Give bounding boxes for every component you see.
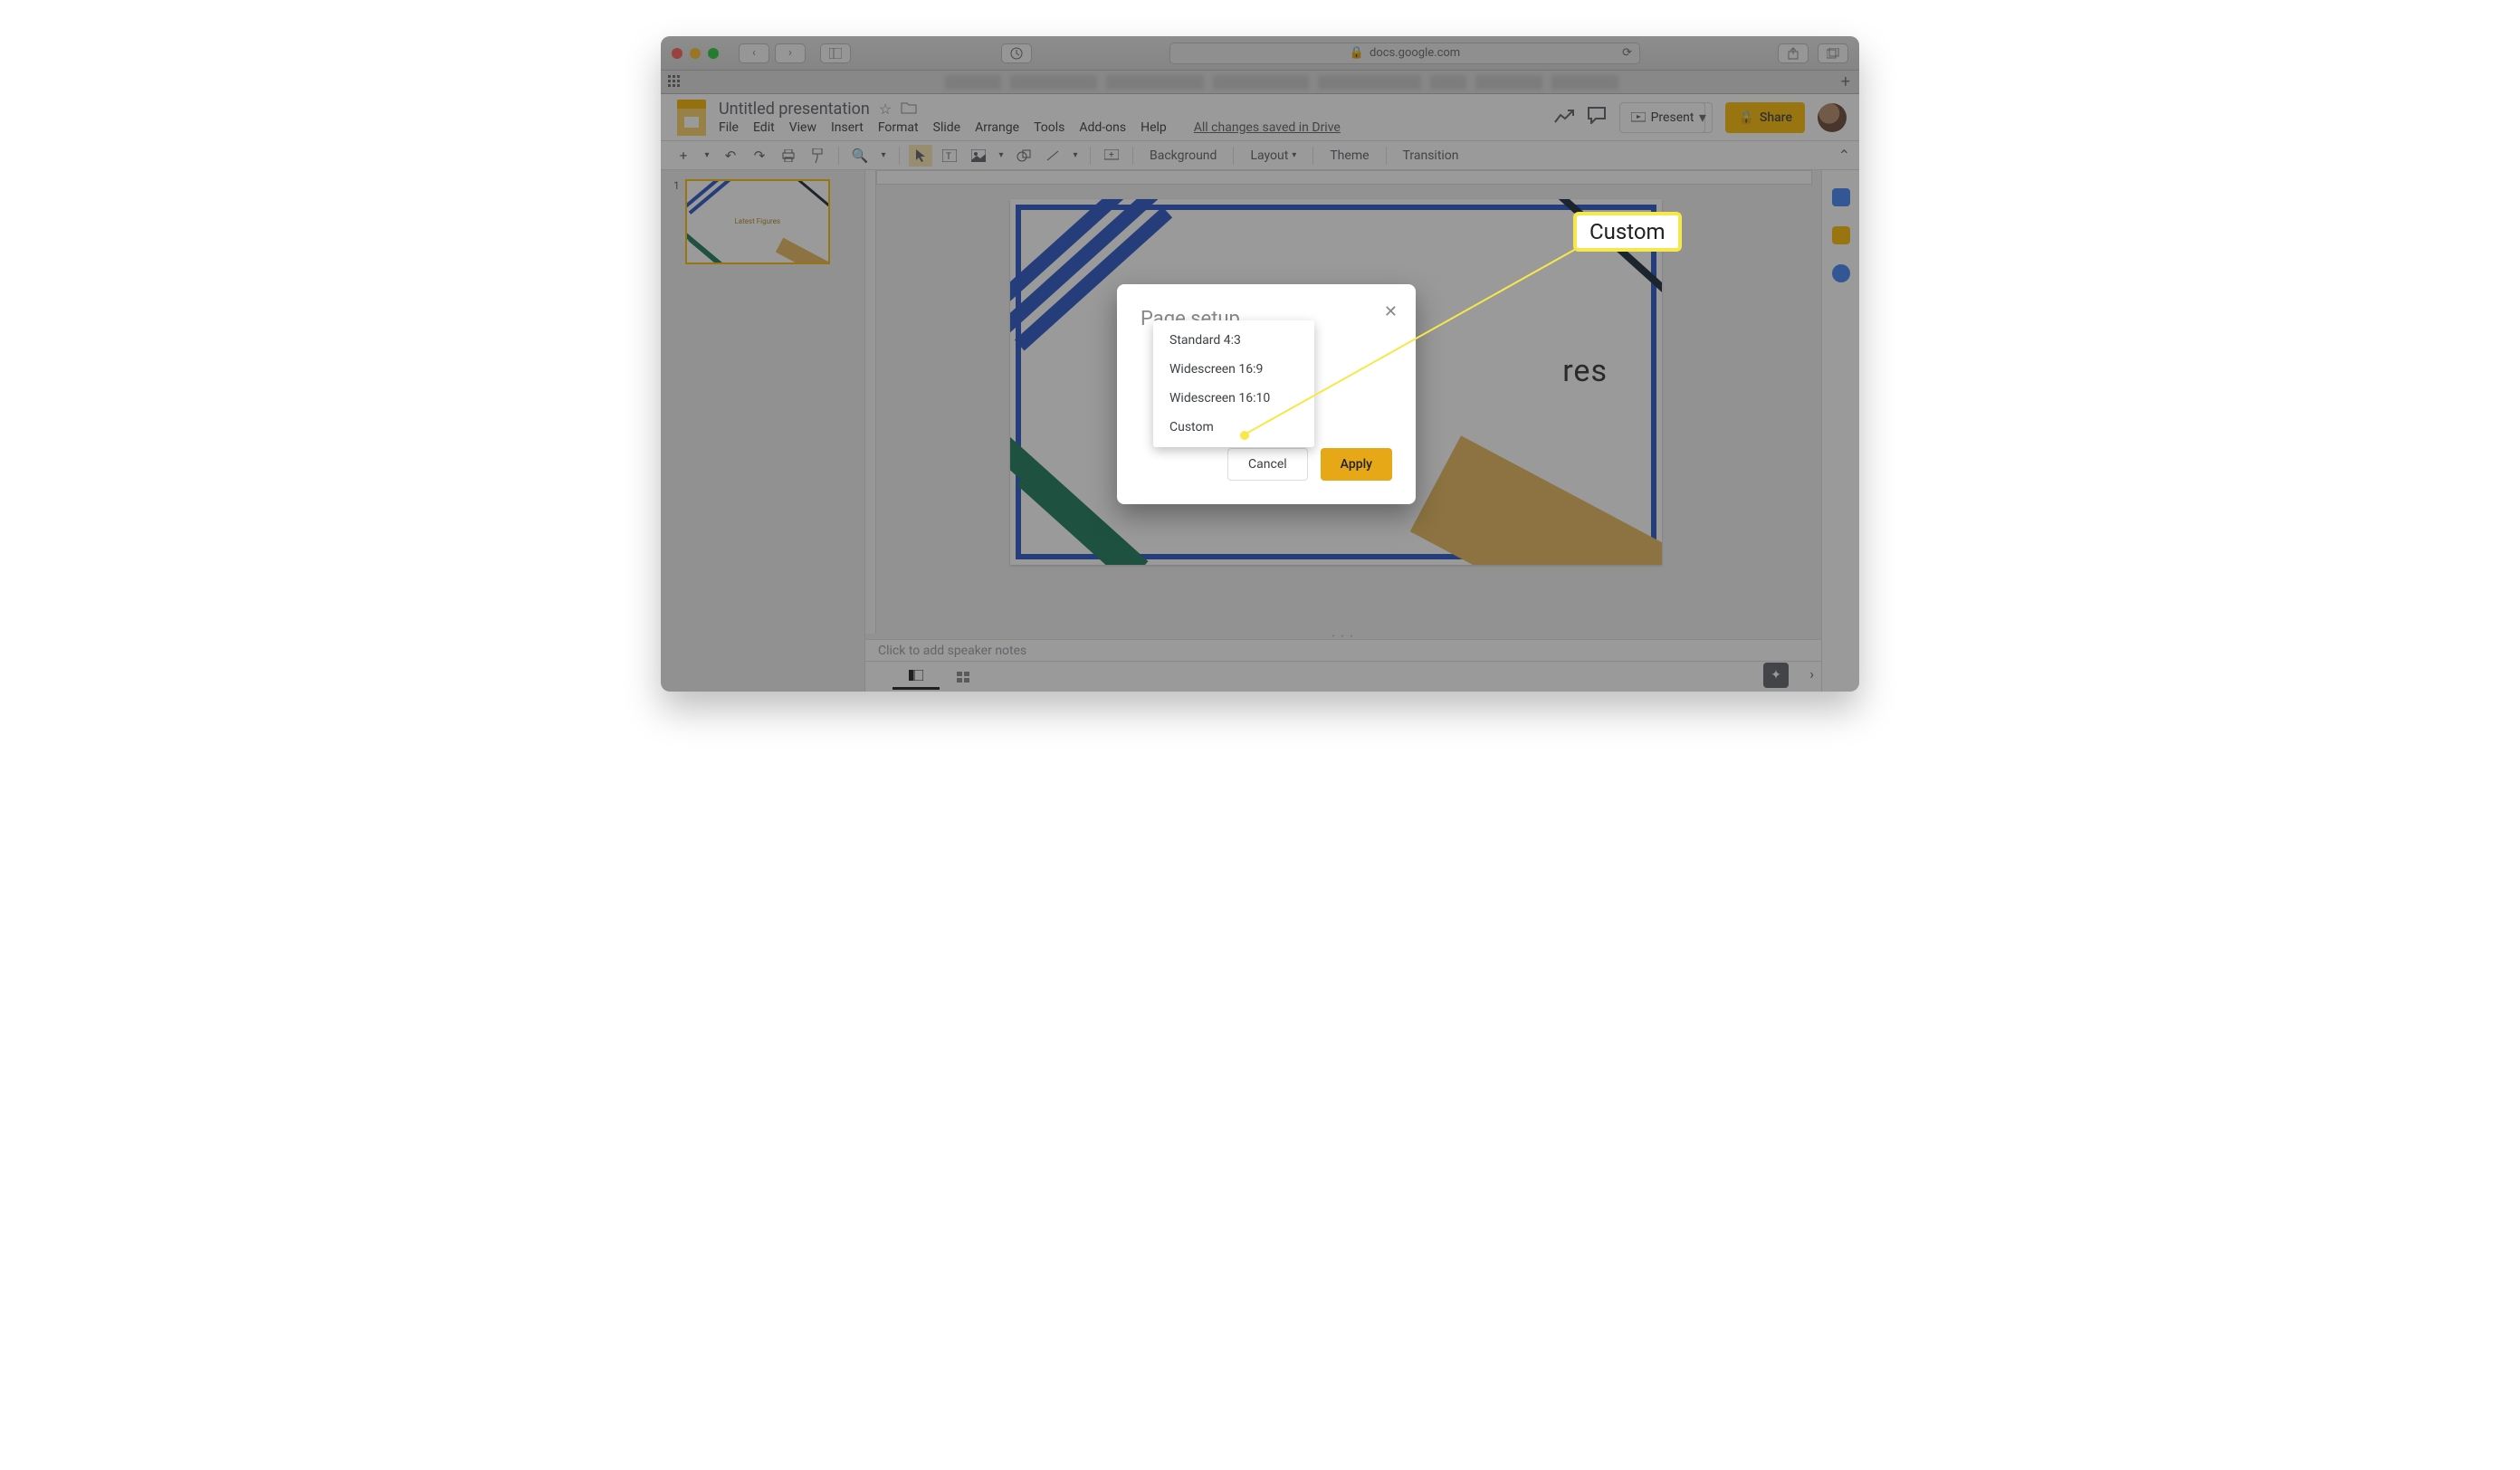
callout-label: Custom [1573, 212, 1682, 252]
callout-dot [1240, 431, 1249, 440]
callout-line [661, 36, 1859, 692]
browser-window: ‹ › 🔒 docs.google.com ⟳ [661, 36, 1859, 692]
